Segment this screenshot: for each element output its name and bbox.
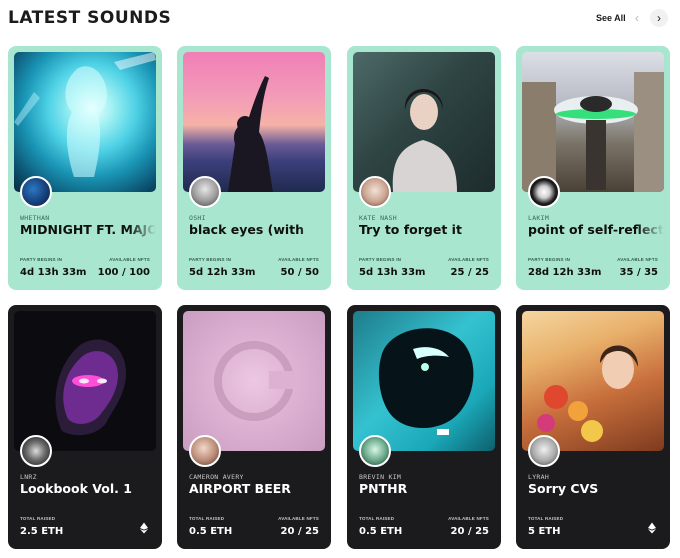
song-title[interactable]: Lookbook Vol. 1 xyxy=(20,481,156,496)
available-nfts-value: 50 / 50 xyxy=(280,267,319,278)
avatar[interactable] xyxy=(20,435,52,467)
avatar[interactable] xyxy=(20,176,52,208)
cover-illustration xyxy=(392,89,457,192)
sound-card[interactable]: WHETHAN MIDNIGHT FT. MAJOR PARTY BEGINS … xyxy=(8,46,162,290)
artist-name[interactable]: KATE NASH xyxy=(359,214,397,222)
song-title[interactable]: black eyes (with xyxy=(189,222,325,237)
song-title[interactable]: Sorry CVS xyxy=(528,481,664,496)
cover-art xyxy=(353,52,495,192)
song-title[interactable]: point of self-reflection xyxy=(528,222,664,237)
countdown-value: 28d 12h 33m xyxy=(528,267,602,278)
artist-name[interactable]: CAMERON AVERY xyxy=(189,473,244,481)
artist-name[interactable]: OSHI xyxy=(189,214,206,222)
available-nfts-value: 20 / 25 xyxy=(450,526,489,537)
countdown-value: 4d 13h 33m xyxy=(20,267,87,278)
cover-illustration xyxy=(378,328,474,435)
sound-card[interactable]: KATE NASH Try to forget it PARTY BEGINS … xyxy=(347,46,501,290)
song-title[interactable]: PNTHR xyxy=(359,481,495,496)
available-nfts-value: 35 / 35 xyxy=(619,267,658,278)
avatar[interactable] xyxy=(189,435,221,467)
party-begins-label: PARTY BEGINS IN xyxy=(528,257,571,262)
cover-art xyxy=(14,311,156,451)
artist-name[interactable]: LAKIM xyxy=(528,214,549,222)
available-nfts-label: AVAILABLE NFTS xyxy=(278,516,319,521)
cover-illustration xyxy=(228,76,273,192)
party-begins-label: PARTY BEGINS IN xyxy=(189,257,232,262)
party-begins-label: PARTY BEGINS IN xyxy=(359,257,402,262)
cover-art xyxy=(353,311,495,451)
cover-art xyxy=(522,52,664,192)
available-nfts-label: AVAILABLE NFTS xyxy=(109,257,150,262)
available-nfts-label: AVAILABLE NFTS xyxy=(278,257,319,262)
available-nfts-label: AVAILABLE NFTS xyxy=(448,516,489,521)
sound-logo-icon xyxy=(140,522,148,534)
sound-card[interactable]: LYRAH Sorry CVS TOTAL RAISED 5 ETH xyxy=(516,305,670,549)
available-nfts-label: AVAILABLE NFTS xyxy=(448,257,489,262)
cover-art xyxy=(14,52,156,192)
sound-card[interactable]: CAMERON AVERY AIRPORT BEER TOTAL RAISED … xyxy=(177,305,331,549)
song-title[interactable]: MIDNIGHT FT. MAJOR xyxy=(20,222,156,237)
sound-card[interactable]: BREVIN KIM PNTHR TOTAL RAISED 0.5 ETH AV… xyxy=(347,305,501,549)
cover-art xyxy=(183,52,325,192)
artist-name[interactable]: LYRAH xyxy=(528,473,549,481)
sound-card[interactable]: LAKIM point of self-reflection PARTY BEG… xyxy=(516,46,670,290)
see-all-link[interactable]: See All xyxy=(596,13,626,23)
cover-illustration xyxy=(214,341,295,421)
avatar[interactable] xyxy=(528,435,560,467)
artist-name[interactable]: LNRZ xyxy=(20,473,37,481)
sound-card[interactable]: LNRZ Lookbook Vol. 1 TOTAL RAISED 2.5 ET… xyxy=(8,305,162,549)
avatar[interactable] xyxy=(528,176,560,208)
total-raised-value: 2.5 ETH xyxy=(20,526,64,537)
cover-illustration xyxy=(537,345,638,442)
chevron-right-icon[interactable]: › xyxy=(650,9,668,27)
available-nfts-value: 25 / 25 xyxy=(450,267,489,278)
avatar[interactable] xyxy=(359,176,391,208)
section-title: LATEST SOUNDS xyxy=(8,8,172,28)
section-header: LATEST SOUNDS See All ‹ › xyxy=(8,6,672,32)
total-raised-label: TOTAL RAISED xyxy=(189,516,225,521)
party-begins-label: PARTY BEGINS IN xyxy=(20,257,63,262)
countdown-value: 5d 13h 33m xyxy=(359,267,426,278)
total-raised-label: TOTAL RAISED xyxy=(528,516,564,521)
avatar[interactable] xyxy=(359,435,391,467)
chevron-left-icon[interactable]: ‹ xyxy=(628,9,646,27)
artist-name[interactable]: BREVIN KIM xyxy=(359,473,401,481)
sound-card[interactable]: OSHI black eyes (with PARTY BEGINS IN 5d… xyxy=(177,46,331,290)
available-nfts-value: 20 / 25 xyxy=(280,526,319,537)
countdown-value: 5d 12h 33m xyxy=(189,267,256,278)
cover-illustration xyxy=(522,72,664,192)
avatar[interactable] xyxy=(189,176,221,208)
cover-art xyxy=(183,311,325,451)
artist-name[interactable]: WHETHAN xyxy=(20,214,50,222)
available-nfts-value: 100 / 100 xyxy=(97,267,150,278)
available-nfts-label: AVAILABLE NFTS xyxy=(617,257,658,262)
total-raised-label: TOTAL RAISED xyxy=(359,516,395,521)
total-raised-label: TOTAL RAISED xyxy=(20,516,56,521)
total-raised-value: 5 ETH xyxy=(528,526,561,537)
cover-art xyxy=(522,311,664,451)
sound-logo-icon xyxy=(648,522,656,534)
song-title[interactable]: AIRPORT BEER xyxy=(189,481,325,496)
cover-illustration xyxy=(55,339,126,436)
total-raised-value: 0.5 ETH xyxy=(359,526,403,537)
cover-illustration xyxy=(14,52,156,177)
total-raised-value: 0.5 ETH xyxy=(189,526,233,537)
song-title[interactable]: Try to forget it xyxy=(359,222,495,237)
